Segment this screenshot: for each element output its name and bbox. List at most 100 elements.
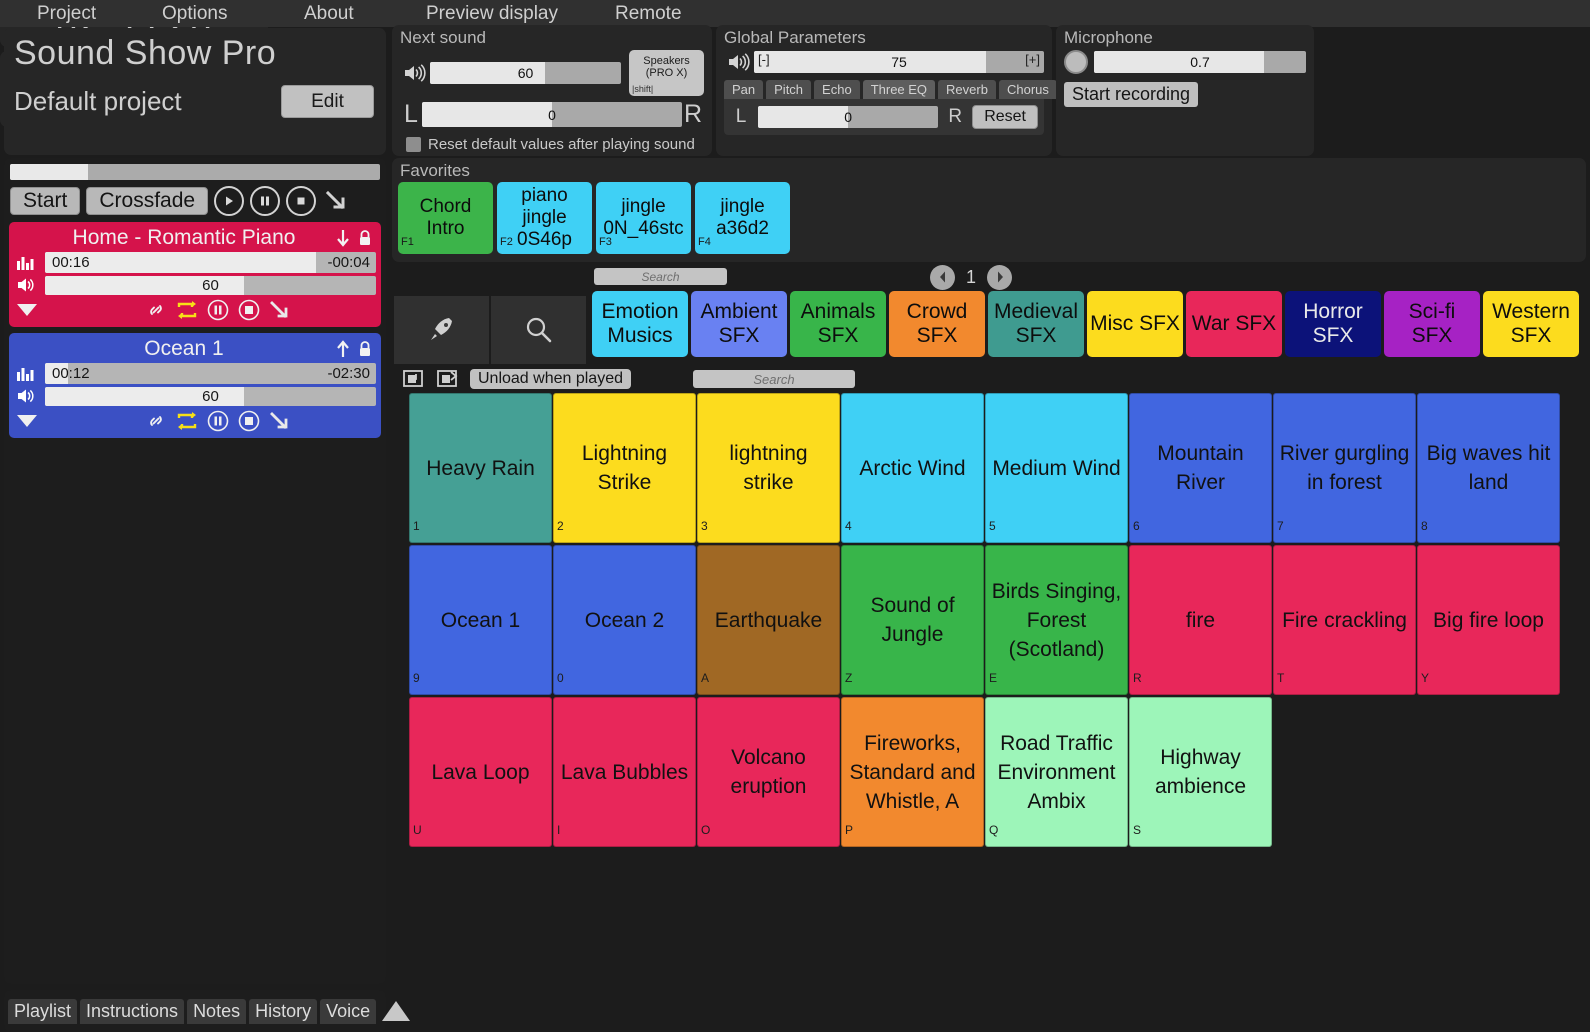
global-pan-reset-button[interactable]: Reset — [972, 105, 1038, 129]
pad-search-input[interactable]: Search — [693, 370, 855, 388]
category-button[interactable]: Western SFX — [1483, 291, 1579, 357]
link-icon[interactable] — [144, 298, 168, 322]
sound-pad[interactable]: Mountain River 6 — [1129, 393, 1272, 543]
category-button[interactable]: Horror SFX — [1285, 291, 1381, 357]
track-volume-slider[interactable]: 60 — [45, 386, 376, 406]
global-volume-slider[interactable]: [-] 75 [+] — [754, 51, 1044, 73]
playlist-track[interactable]: Home - Romantic Piano 00:16 -00:04 60 — [9, 222, 381, 327]
favorite-pad[interactable]: jingle 0N_46stc F3 — [596, 182, 691, 254]
expand-track-icon[interactable] — [14, 300, 60, 320]
sound-pad[interactable]: Arctic Wind 4 — [841, 393, 984, 543]
import-icon[interactable] — [402, 368, 426, 390]
stop-icon[interactable] — [237, 298, 261, 322]
global-pan-slider[interactable]: 0 — [758, 106, 939, 128]
sound-pad[interactable]: Volcano eruption O — [697, 697, 840, 847]
arrow-down-icon[interactable] — [332, 227, 354, 249]
loop-icon[interactable] — [175, 409, 199, 433]
pause-icon[interactable] — [250, 186, 281, 216]
favorite-pad[interactable]: jingle a36d2 F4 — [695, 182, 790, 254]
tab-pan[interactable]: Pan — [724, 80, 764, 99]
fade-out-icon[interactable] — [322, 186, 352, 216]
category-button[interactable]: War SFX — [1186, 291, 1282, 357]
tab-echo[interactable]: Echo — [814, 80, 860, 99]
next-sound-volume-slider[interactable]: 60 — [430, 62, 621, 84]
sound-pad[interactable]: Lava Loop U — [409, 697, 552, 847]
sound-pad[interactable]: Lightning Strike 2 — [553, 393, 696, 543]
track-volume-slider[interactable]: 60 — [45, 275, 376, 295]
unload-when-played-button[interactable]: Unload when played — [470, 369, 631, 389]
category-button[interactable]: Medieval SFX — [988, 291, 1084, 357]
microphone-knob[interactable] — [1064, 50, 1088, 74]
collapse-up-icon[interactable] — [379, 998, 413, 1024]
fade-out-icon[interactable] — [268, 298, 292, 322]
sound-pad[interactable]: Highway ambience S — [1129, 697, 1272, 847]
rocket-icon[interactable] — [394, 296, 491, 364]
menu-item-preview-display[interactable]: Preview display — [416, 3, 568, 25]
sound-pad[interactable]: Fire crackling T — [1273, 545, 1416, 695]
global-volume-minus[interactable]: [-] — [758, 52, 770, 67]
arrow-up-icon[interactable] — [332, 338, 354, 360]
speakers-output-button[interactable]: Speakers (PRO X) |shift| — [629, 50, 704, 96]
menu-item-project[interactable]: Project — [27, 3, 106, 25]
category-button[interactable]: Sci-fi SFX — [1384, 291, 1480, 357]
menu-item-options[interactable]: Options — [152, 3, 237, 25]
menu-item-remote[interactable]: Remote — [605, 3, 692, 25]
tab-history[interactable]: History — [249, 998, 318, 1024]
sound-pad[interactable]: Medium Wind 5 — [985, 393, 1128, 543]
link-icon[interactable] — [144, 409, 168, 433]
pause-icon[interactable] — [206, 409, 230, 433]
master-progress-bar[interactable] — [10, 164, 380, 180]
sound-pad[interactable]: River gurgling in forest 7 — [1273, 393, 1416, 543]
favorite-pad[interactable]: Chord Intro F1 — [398, 182, 493, 254]
next-sound-pan-slider[interactable]: 0 — [422, 102, 682, 127]
stop-icon[interactable] — [237, 409, 261, 433]
loop-icon[interactable] — [175, 298, 199, 322]
menu-item-about[interactable]: About — [294, 3, 364, 25]
track-progress-bar[interactable]: 00:16 -00:04 — [45, 252, 376, 273]
fade-out-icon[interactable] — [268, 409, 292, 433]
microphone-gain-slider[interactable]: 0.7 — [1094, 51, 1306, 73]
sound-pad[interactable]: Heavy Rain 1 — [409, 393, 552, 543]
tab-instructions[interactable]: Instructions — [80, 998, 185, 1024]
crossfade-button[interactable]: Crossfade — [86, 187, 209, 215]
category-button[interactable]: Misc SFX — [1087, 291, 1183, 357]
lock-icon[interactable] — [354, 227, 376, 249]
category-button[interactable]: Animals SFX — [790, 291, 886, 357]
stop-icon[interactable] — [286, 186, 317, 216]
sound-pad[interactable]: Ocean 1 9 — [409, 545, 552, 695]
pause-icon[interactable] — [206, 298, 230, 322]
start-recording-button[interactable]: Start recording — [1064, 82, 1199, 107]
tab-pitch[interactable]: Pitch — [766, 80, 812, 99]
category-button[interactable]: Crowd SFX — [889, 291, 985, 357]
category-button[interactable]: Emotion Musics — [592, 291, 688, 357]
sound-pad[interactable]: fire R — [1129, 545, 1272, 695]
tab-playlist[interactable]: Playlist — [8, 998, 78, 1024]
sound-pad[interactable]: Road Traffic Environment Ambix Q — [985, 697, 1128, 847]
play-icon[interactable] — [214, 186, 245, 216]
tab-reverb[interactable]: Reverb — [938, 80, 996, 99]
reset-defaults-checkbox[interactable] — [406, 137, 421, 152]
next-page-icon[interactable] — [987, 264, 1013, 290]
category-search-input[interactable]: Search — [594, 268, 727, 285]
track-progress-bar[interactable]: 00:12 -02:30 — [45, 363, 376, 384]
tab-chorus[interactable]: Chorus — [998, 80, 1057, 99]
sound-pad[interactable]: Sound of Jungle Z — [841, 545, 984, 695]
sound-pad[interactable]: Big waves hit land 8 — [1417, 393, 1560, 543]
tab-three-eq[interactable]: Three EQ — [862, 80, 936, 99]
export-icon[interactable] — [436, 368, 460, 390]
sound-pad[interactable]: Earthquake A — [697, 545, 840, 695]
sound-pad[interactable]: Birds Singing, Forest (Scotland) E — [985, 545, 1128, 695]
expand-track-icon[interactable] — [14, 411, 60, 431]
sound-pad[interactable]: Fireworks, Standard and Whistle, A P — [841, 697, 984, 847]
category-button[interactable]: Ambient SFX — [691, 291, 787, 357]
sound-pad[interactable]: Big fire loop Y — [1417, 545, 1560, 695]
prev-page-icon[interactable] — [930, 264, 955, 290]
sound-pad[interactable]: lightning strike 3 — [697, 393, 840, 543]
start-button[interactable]: Start — [10, 187, 81, 215]
lock-icon[interactable] — [354, 338, 376, 360]
search-icon[interactable] — [491, 296, 586, 364]
favorite-pad[interactable]: piano jingle 0S46p F2 — [497, 182, 592, 254]
edit-project-button[interactable]: Edit — [281, 85, 374, 118]
playlist-track[interactable]: Ocean 1 00:12 -02:30 60 — [9, 333, 381, 438]
sound-pad[interactable]: Ocean 2 0 — [553, 545, 696, 695]
